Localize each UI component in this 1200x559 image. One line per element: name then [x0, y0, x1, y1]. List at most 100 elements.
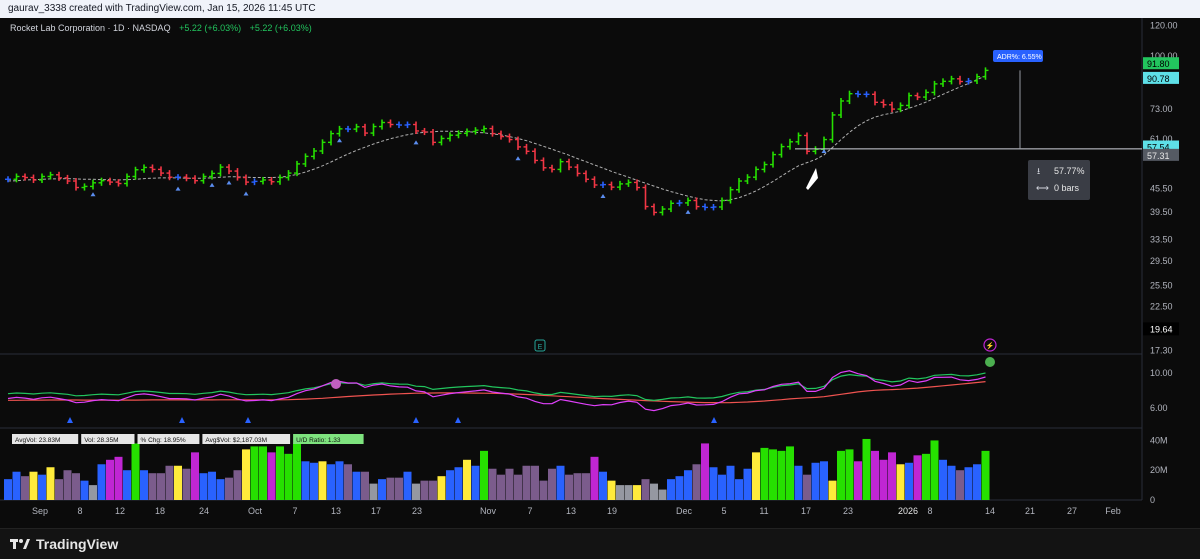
volume-bar	[939, 459, 947, 500]
volume-bar	[539, 480, 548, 500]
tradingview-wordmark: TradingView	[36, 536, 119, 552]
volume-bar	[378, 479, 386, 500]
bottom-branding-bar: TradingView	[0, 528, 1200, 559]
time-tick-label: 8	[77, 506, 82, 516]
time-tick-label: 2026	[898, 506, 918, 516]
volume-bar	[148, 473, 157, 500]
time-tick-label: 18	[155, 506, 165, 516]
time-tick-label: Oct	[248, 506, 263, 516]
volume-bar	[862, 438, 871, 500]
volume-bar	[684, 470, 692, 500]
signal-triangle	[243, 191, 249, 196]
volume-bar	[327, 464, 335, 500]
volume-bar	[250, 446, 259, 500]
time-tick-label: 13	[331, 506, 341, 516]
volume-stat-label: Avg$Vol: $2,187.03M	[205, 437, 267, 444]
volume-bar	[658, 489, 667, 500]
volume-bar	[63, 470, 72, 500]
signal-triangle	[209, 182, 215, 187]
price-tick-label: 29.50	[1150, 256, 1173, 266]
volume-bar	[879, 459, 888, 500]
volume-bar	[845, 449, 854, 500]
volume-bar	[191, 452, 199, 500]
time-tick-label: 7	[527, 506, 532, 516]
volume-bar	[123, 470, 131, 500]
volume-bar	[760, 447, 769, 500]
volume-stat-label: AvgVol: 23.83M	[15, 437, 60, 444]
ma-price-label: 90.78	[1147, 74, 1170, 84]
signal-triangle	[337, 138, 342, 143]
volume-bar	[361, 471, 369, 500]
volume-bar	[267, 452, 276, 500]
indicator-triangle	[711, 417, 717, 423]
volume-bar	[12, 471, 21, 500]
time-tick-label: 7	[292, 506, 297, 516]
volume-bar	[29, 471, 38, 500]
measure-percent-label: 57.77%	[1054, 166, 1085, 176]
indicator-tick-label: 6.00	[1150, 403, 1168, 413]
volume-bar	[896, 464, 905, 500]
time-tick-label: Feb	[1105, 506, 1121, 516]
volume-tick-label: 40M	[1150, 435, 1168, 445]
volume-bar	[803, 474, 811, 500]
volume-stat-label: U/D Ratio: 1.33	[296, 437, 341, 444]
volume-bar	[769, 449, 777, 500]
change-label-1: +5.22 (+6.03%)	[179, 23, 242, 33]
volume-bar	[735, 479, 743, 500]
time-tick-label: 21	[1025, 506, 1035, 516]
volume-bar	[973, 464, 981, 500]
volume-bar	[947, 465, 956, 500]
time-tick-label: 8	[927, 506, 932, 516]
volume-bar	[471, 465, 480, 500]
volume-bar	[650, 483, 658, 500]
price-tick-label: 39.50	[1150, 207, 1173, 217]
price-tick-label: 45.50	[1150, 183, 1173, 193]
indicator-triangle	[67, 417, 73, 423]
volume-bar	[548, 468, 556, 500]
volume-bar	[913, 455, 922, 500]
volume-bar	[386, 477, 395, 500]
volume-bar	[21, 476, 29, 500]
time-tick-label: 19	[607, 506, 617, 516]
volume-bar	[403, 471, 412, 500]
volume-bar	[420, 480, 429, 500]
volume-bar	[956, 470, 964, 500]
indicator-triangle	[455, 417, 461, 423]
volume-bar	[981, 450, 990, 500]
volume-bar	[675, 476, 684, 500]
chart-svg[interactable]: 120.00100.0073.0061.0045.5039.5033.5029.…	[0, 18, 1200, 528]
volume-bar	[607, 480, 616, 500]
volume-bar	[590, 456, 599, 500]
volume-bar	[667, 479, 675, 500]
volume-bar	[114, 456, 123, 500]
volume-bar	[412, 483, 420, 500]
time-tick-label: 24	[199, 506, 209, 516]
tradingview-logo[interactable]: TradingView	[10, 536, 118, 552]
volume-bar	[140, 470, 148, 500]
volume-bar	[888, 452, 896, 500]
volume-bar	[854, 461, 862, 500]
measure-bars-icon: ⟷	[1036, 183, 1049, 193]
volume-bar	[318, 461, 327, 500]
symbol-label: Rocket Lab Corporation · 1D · NASDAQ	[10, 23, 171, 33]
volume-bar	[573, 473, 582, 500]
chart-area[interactable]: Rocket Lab Corporation · 1D · NASDAQ +5.…	[0, 18, 1200, 528]
volume-bar	[624, 485, 633, 500]
volume-bar	[828, 480, 837, 500]
volume-bar	[89, 485, 97, 500]
volume-bar	[131, 443, 140, 500]
time-tick-label: 13	[566, 506, 576, 516]
volume-bar	[726, 465, 735, 500]
volume-bar	[395, 477, 403, 500]
volume-bar	[293, 443, 301, 500]
volume-bar	[556, 465, 565, 500]
volume-bar	[106, 459, 114, 500]
price-tick-label: 25.50	[1150, 280, 1173, 290]
signal-triangle	[226, 180, 232, 185]
time-tick-label: 5	[721, 506, 726, 516]
volume-bar	[837, 450, 845, 500]
volume-bar	[233, 470, 242, 500]
volume-bar	[344, 464, 352, 500]
indicator-line-green	[7, 372, 986, 402]
volume-bar	[80, 480, 89, 500]
